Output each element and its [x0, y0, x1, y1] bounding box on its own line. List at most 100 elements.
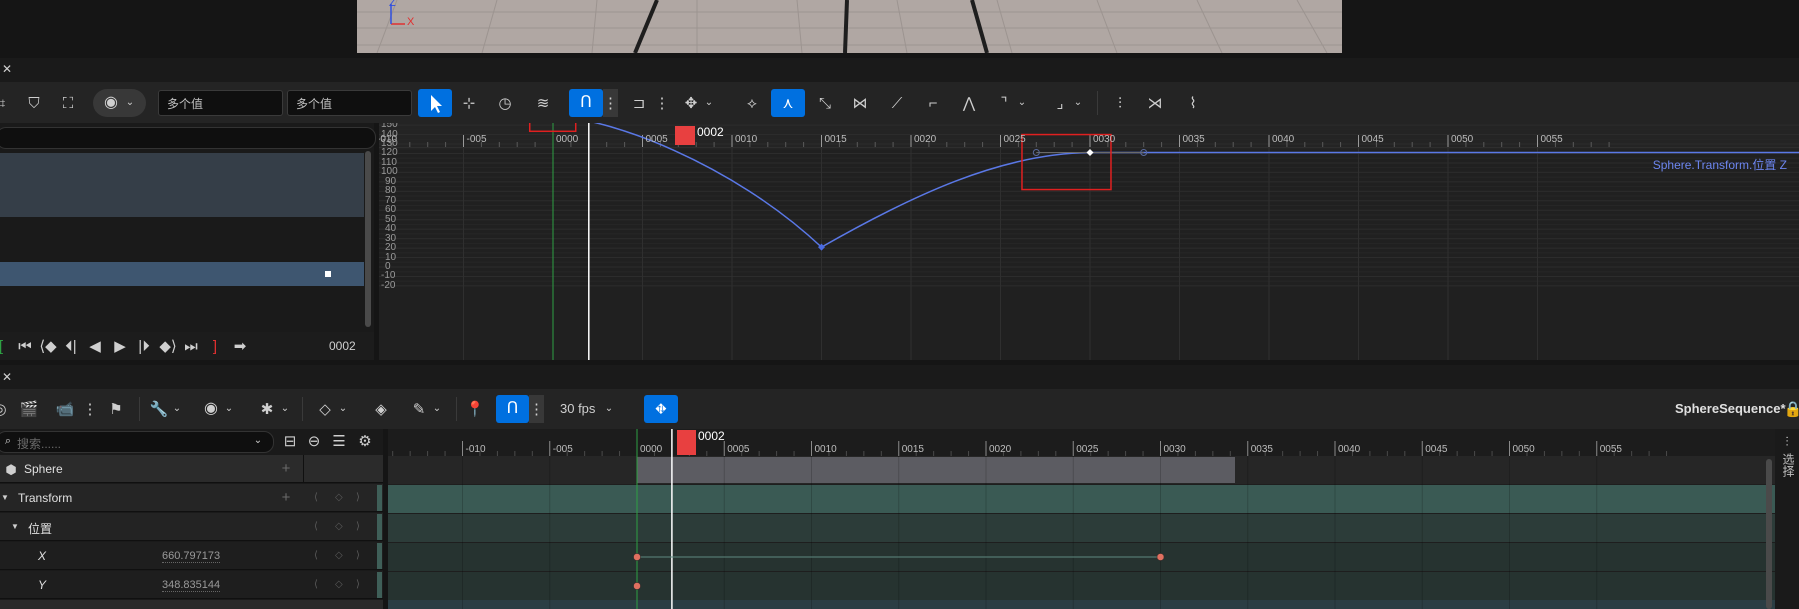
straighten-icon[interactable]: ⋊ [1144, 93, 1166, 113]
retime-tool-icon[interactable]: ◷ [494, 93, 516, 113]
post-infinity-icon[interactable]: ⌟ [1049, 93, 1071, 113]
track-row-y[interactable]: Y 348.835144 ⟨ ◇ ⟩ [0, 571, 383, 599]
step-forward-icon[interactable]: |⏵ [136, 337, 152, 355]
set-end-icon[interactable]: ] [210, 337, 220, 355]
lock-icon[interactable]: 🔒 [1784, 399, 1799, 419]
search-bar[interactable]: ⌕ 搜索...... ⌄ [0, 431, 274, 453]
snap-options-button[interactable]: ⋮ [529, 395, 544, 423]
linear-tangent-icon[interactable]: ⟋ [886, 93, 908, 113]
edit-brush-icon[interactable]: ✎ [408, 399, 430, 419]
move-icon[interactable]: ✥ [680, 93, 702, 113]
jump-to-start-icon[interactable]: ⏮ [17, 337, 33, 355]
list-icon[interactable]: ☰ [330, 432, 348, 450]
add-key-icon[interactable]: ◇ [335, 521, 343, 532]
constant-tangent-icon[interactable]: ⌐ [922, 93, 944, 113]
chevron-down-icon[interactable]: ⌄ [430, 399, 444, 419]
multi-curve-icon[interactable]: ≋ [532, 93, 554, 113]
curve-search-input[interactable] [0, 127, 376, 149]
auto-tangent-button[interactable]: ⋏ [771, 89, 805, 117]
snap-options-button[interactable]: ⋮ [603, 89, 618, 117]
chevron-down-icon[interactable]: ⌄ [1015, 93, 1029, 113]
playhead-marker[interactable] [675, 126, 695, 145]
playback-options-icon[interactable]: ✱ [256, 399, 278, 419]
transform-tool-icon[interactable]: ⊹ [458, 93, 480, 113]
add-key-icon[interactable]: ◇ [335, 579, 343, 590]
next-key-icon[interactable]: ⟩ [356, 492, 360, 503]
break-tangent-icon[interactable]: ⋈ [849, 93, 871, 113]
collapse-icon[interactable]: ⊖ [305, 432, 323, 450]
marker-pin-icon[interactable]: 📍 [464, 399, 486, 419]
timeline-scrollbar[interactable] [1766, 459, 1772, 609]
add-track-icon[interactable]: + [279, 488, 293, 506]
prev-key-icon[interactable]: ⟨◆ [39, 337, 56, 355]
flatten-tangents-icon[interactable]: ⟡ [741, 93, 763, 113]
select-tool-button[interactable] [418, 89, 452, 117]
set-start-icon[interactable]: [ [0, 337, 6, 355]
jump-to-end-icon[interactable]: ⏭ [183, 337, 199, 355]
select-key-icon[interactable]: ⛉ [24, 93, 44, 113]
side-tab-label[interactable]: 选择 [1780, 453, 1797, 477]
curve-tree-scrollbar[interactable] [365, 151, 371, 327]
wrench-icon[interactable]: 🔧 [148, 399, 170, 419]
camera-icon[interactable]: 📹 [54, 399, 76, 419]
channel-value[interactable]: 348.835144 [162, 579, 221, 592]
close-icon[interactable]: ✕ [2, 370, 12, 384]
next-key-icon[interactable]: ⟩ [356, 550, 360, 561]
curve-graph[interactable]: -010 -005 0000 0005 0010 0015 0020 0025 0030 0035… [379, 123, 1799, 360]
chevron-down-icon[interactable]: ⌄ [336, 399, 350, 419]
track-row-sphere[interactable]: ⬢ Sphere + [0, 455, 383, 483]
prev-key-icon[interactable]: ⟨ [314, 521, 318, 532]
eye-icon[interactable]: ◉ [200, 399, 222, 419]
more-icon[interactable]: ⋮ [83, 399, 98, 419]
close-icon[interactable]: ✕ [2, 62, 12, 76]
add-key-icon[interactable]: ◇ [335, 550, 343, 561]
more-icon[interactable]: ⋮ [655, 93, 670, 113]
play-icon[interactable]: ▶ [112, 337, 128, 355]
key-value-field[interactable]: 多个值 [287, 90, 412, 116]
step-back-icon[interactable]: ⏴| [63, 337, 79, 355]
track-row-transform[interactable]: ▼ Transform + ⟨ ◇ ⟩ [0, 484, 383, 512]
snap-toggle-button[interactable]: Ո [569, 89, 603, 117]
chevron-down-icon[interactable]: ⌄ [222, 399, 236, 419]
distribute-keys-icon[interactable]: ⫶ [1109, 93, 1131, 113]
sliders-icon[interactable]: ⫶ [1779, 433, 1795, 449]
loop-icon[interactable]: ➡ [231, 337, 249, 355]
chevron-down-icon[interactable]: ⌄ [702, 93, 716, 113]
chevron-down-icon[interactable]: ⌄ [1071, 93, 1085, 113]
filter-track-icon[interactable]: ⊟ [281, 432, 299, 450]
add-key-icon[interactable]: ◇ [335, 492, 343, 503]
prev-key-icon[interactable]: ⟨ [314, 579, 318, 590]
save-icon[interactable]: ◎ [0, 399, 8, 419]
snap-toggle-button[interactable]: Ո [496, 395, 529, 423]
chevron-down-icon[interactable]: ⌄ [602, 399, 616, 419]
weighted-tangent-icon[interactable]: ⋀ [958, 93, 980, 113]
fps-dropdown-label[interactable]: 30 fps [560, 401, 595, 416]
filter-icon[interactable]: ⌇ [1182, 93, 1204, 113]
tangent-length-icon[interactable]: ⊐ [628, 93, 650, 113]
view-mode-dropdown[interactable]: ◉ ⌄ [93, 89, 146, 117]
prev-key-icon[interactable]: ⟨ [314, 550, 318, 561]
viewport-panel[interactable]: X Z [357, 0, 1342, 53]
actions-icon[interactable]: ⚑ [105, 399, 127, 419]
chevron-down-icon[interactable]: ⌄ [170, 399, 184, 419]
user-tangent-icon[interactable]: ⤡ [814, 93, 836, 113]
key-time-field[interactable]: 多个值 [158, 90, 283, 116]
track-row-x[interactable]: X 660.797173 ⟨ ◇ ⟩ [0, 542, 383, 570]
render-movie-icon[interactable]: 🎬 [18, 399, 40, 419]
track-row-location[interactable]: ▼ 位置 ⟨ ◇ ⟩ [0, 513, 383, 541]
sequencer-timeline[interactable]: -010 -005 0000 0005 0010 0015 0020 0025 0030 0035… [388, 429, 1775, 609]
next-key-icon[interactable]: ⟩ [356, 521, 360, 532]
play-reverse-icon[interactable]: ◀ [87, 337, 103, 355]
pre-infinity-icon[interactable]: ⌝ [993, 93, 1015, 113]
curve-editor-toggle-button[interactable]: ⛖ [644, 395, 678, 423]
gear-icon[interactable]: ⚙ [356, 432, 374, 450]
playhead-marker[interactable] [677, 430, 696, 455]
curve-tree-row-selected[interactable] [0, 153, 364, 217]
expand-triangle-icon[interactable]: ▼ [10, 521, 20, 533]
key-diamond-icon[interactable]: ◇ [314, 399, 336, 419]
frame-selection-icon[interactable]: ⛶ [58, 93, 78, 113]
add-track-icon[interactable]: + [279, 459, 293, 477]
expand-triangle-icon[interactable]: ▼ [0, 492, 10, 504]
curve-tree-row-active[interactable] [0, 262, 364, 286]
frame-icon[interactable]: ⌗ [0, 93, 8, 113]
